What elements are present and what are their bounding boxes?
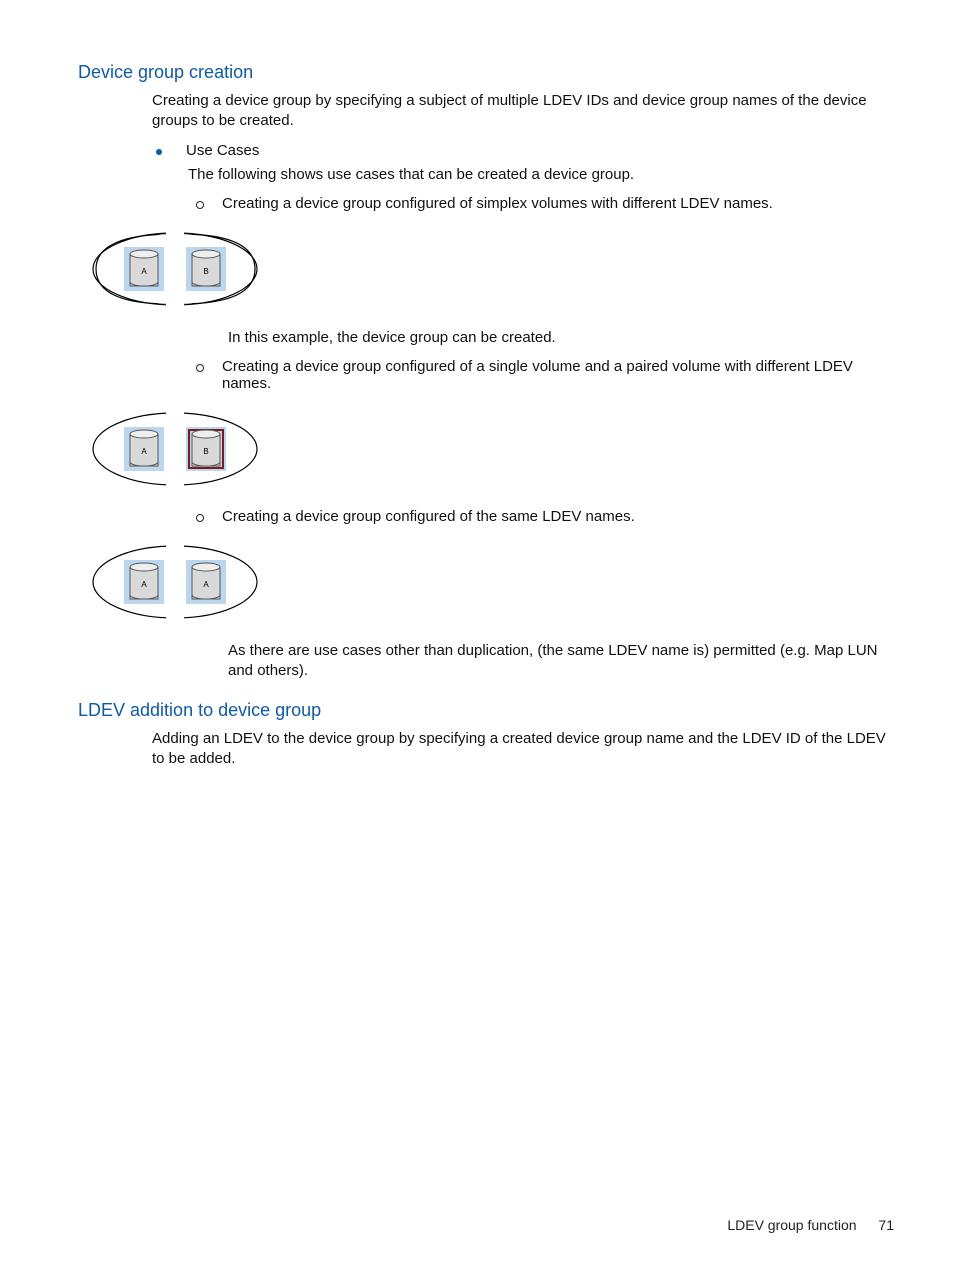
case1-text: Creating a device group configured of si… xyxy=(222,195,773,212)
section1-intro: Creating a device group by specifying a … xyxy=(152,91,894,132)
use-cases-text: The following shows use cases that can b… xyxy=(188,165,894,185)
case1-vol-a: A xyxy=(141,267,147,276)
use-cases-label: Use Cases xyxy=(186,142,259,159)
open-circle-icon xyxy=(196,514,204,522)
case2-text: Creating a device group configured of a … xyxy=(222,358,894,392)
footer-page-number: 71 xyxy=(878,1217,894,1233)
figure-case3: A A xyxy=(78,537,894,627)
case1-note: In this example, the device group can be… xyxy=(228,328,894,348)
page-footer: LDEV group function 71 xyxy=(727,1217,894,1233)
figure-case2: A B xyxy=(78,404,894,494)
figure-case1: A B xyxy=(78,224,894,314)
case2-vol-b: B xyxy=(203,447,208,456)
section-heading-device-group-creation: Device group creation xyxy=(78,62,894,83)
case3-vol-b: A xyxy=(203,580,209,589)
case2-row: Creating a device group configured of a … xyxy=(196,358,894,392)
open-circle-icon xyxy=(196,364,204,372)
open-circle-icon xyxy=(196,201,204,209)
section2-intro: Adding an LDEV to the device group by sp… xyxy=(152,729,894,770)
case3-text: Creating a device group configured of th… xyxy=(222,508,635,525)
document-page: Device group creation Creating a device … xyxy=(0,0,954,1271)
case3-vol-a: A xyxy=(141,580,147,589)
case2-vol-a: A xyxy=(141,447,147,456)
case3-row: Creating a device group configured of th… xyxy=(196,508,894,525)
bullet-use-cases: Use Cases xyxy=(156,142,894,159)
section-heading-ldev-addition: LDEV addition to device group xyxy=(78,700,894,721)
bullet-dot-icon xyxy=(156,149,162,155)
case1-row: Creating a device group configured of si… xyxy=(196,195,894,212)
case3-note: As there are use cases other than duplic… xyxy=(228,641,894,682)
case1-vol-b: B xyxy=(203,267,208,276)
footer-label: LDEV group function xyxy=(727,1217,856,1233)
